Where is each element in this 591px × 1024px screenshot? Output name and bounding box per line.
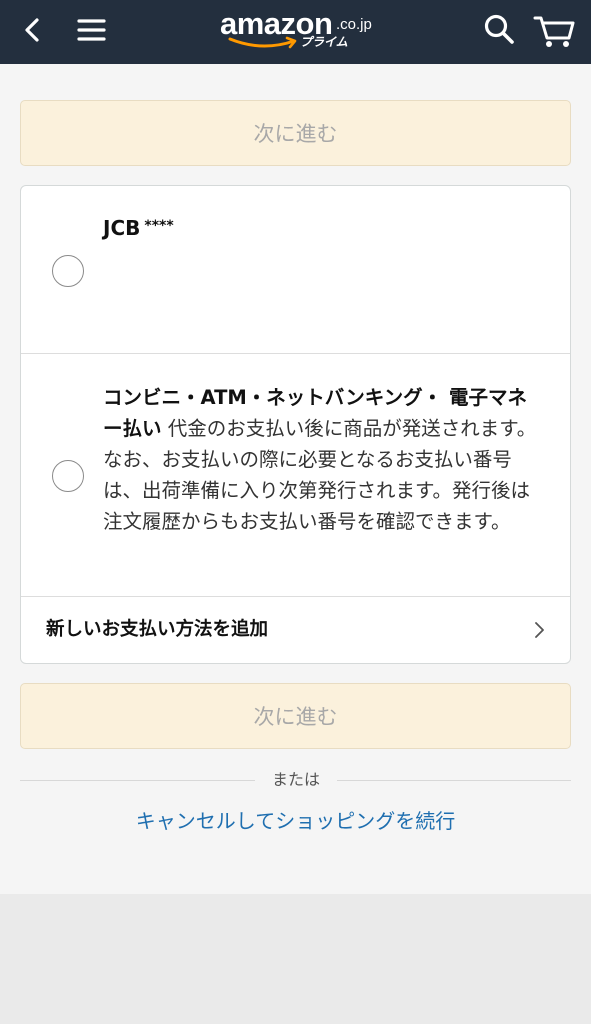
konbini-detail: 代金のお支払い後に商品が発送されます。なお、お支払いの際に必要となるお支払い番号… [103,417,537,533]
add-payment-method[interactable]: 新しいお支払い方法を追加 [21,597,570,663]
jcb-card-mask: **** [144,218,174,234]
payment-method-list: JCB **** コンビニ・ATM・ネットバンキング・ 電子マネー払い 代金のお支… [20,185,571,664]
radio-konbini[interactable] [52,460,84,492]
footer-area [0,894,591,1024]
cart-icon[interactable] [532,10,576,50]
or-label: または [255,768,337,792]
header-bar: amazon .co.jp プライム [0,0,591,64]
search-icon[interactable] [482,12,516,46]
logo-prime-label: プライム [300,35,348,49]
payment-option-konbini[interactable]: コンビニ・ATM・ネットバンキング・ 電子マネー払い 代金のお支払い後に商品が発… [21,354,570,597]
cancel-continue-shopping-link[interactable]: キャンセルしてショッピングを続行 [0,806,591,836]
amazon-prime-logo[interactable]: amazon .co.jp プライム [218,6,378,56]
radio-jcb[interactable] [52,255,84,287]
logo-domain: .co.jp [336,16,372,33]
chevron-left-icon[interactable] [18,14,48,46]
payment-option-jcb[interactable]: JCB **** [21,186,570,354]
hamburger-menu-icon[interactable] [76,14,108,46]
chevron-right-icon [535,622,544,638]
konbini-description: コンビニ・ATM・ネットバンキング・ 電子マネー払い 代金のお支払い後に商品が発… [103,382,543,537]
smile-arrow-icon [228,36,297,49]
jcb-card-name: JCB [103,216,141,240]
continue-button-top[interactable]: 次に進む [20,100,571,166]
jcb-card-label: JCB **** [103,216,174,240]
add-payment-label: 新しいお支払い方法を追加 [46,619,269,640]
continue-button-bottom[interactable]: 次に進む [20,683,571,749]
